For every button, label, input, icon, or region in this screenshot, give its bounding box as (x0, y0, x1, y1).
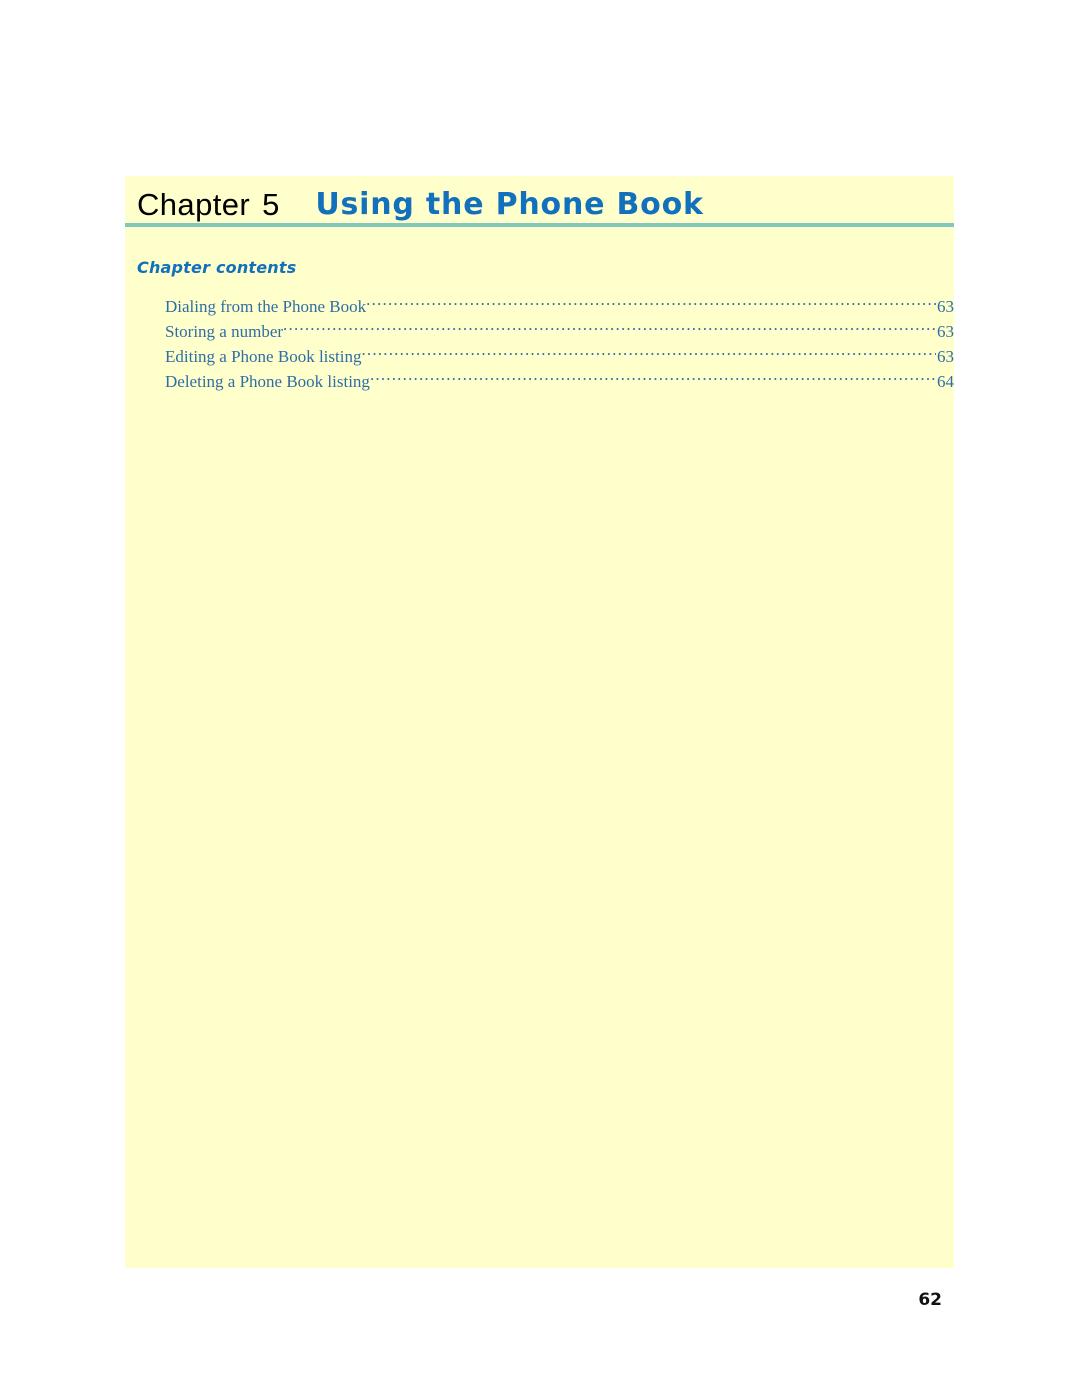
table-of-contents: Dialing from the Phone Book 63 Storing a… (137, 287, 954, 391)
toc-dot-leader (370, 362, 936, 387)
page-title: Using the Phone Book (315, 187, 704, 222)
chapter-content-panel: Chapter 5 Using the Phone Book Chapter c… (125, 176, 954, 1268)
toc-dot-leader (366, 287, 936, 312)
toc-entry[interactable]: Editing a Phone Book listing 63 (165, 337, 954, 366)
footer-page-number: 62 (918, 1290, 942, 1310)
toc-entry-label: Deleting a Phone Book listing (165, 372, 370, 391)
chapter-label: Chapter (137, 187, 251, 222)
toc-entry[interactable]: Dialing from the Phone Book 63 (165, 287, 954, 316)
title-divider-rule (125, 223, 954, 227)
toc-entry-label: Storing a number (165, 322, 284, 341)
chapter-title-row: Chapter 5 Using the Phone Book (125, 176, 954, 223)
toc-entry-page: 64 (937, 372, 954, 391)
toc-entry[interactable]: Storing a number 63 (165, 312, 954, 341)
toc-entry-page: 63 (937, 297, 954, 316)
chapter-contents-section: Chapter contents Dialing from the Phone … (137, 258, 954, 391)
document-page: Chapter 5 Using the Phone Book Chapter c… (0, 0, 1080, 1397)
toc-entry-page: 63 (937, 347, 954, 366)
toc-dot-leader (283, 312, 936, 337)
chapter-contents-heading: Chapter contents (137, 258, 297, 277)
toc-entry-label: Editing a Phone Book listing (165, 347, 362, 366)
toc-entry-page: 63 (937, 322, 954, 341)
toc-dot-leader (361, 337, 936, 362)
chapter-number: 5 (262, 187, 280, 222)
